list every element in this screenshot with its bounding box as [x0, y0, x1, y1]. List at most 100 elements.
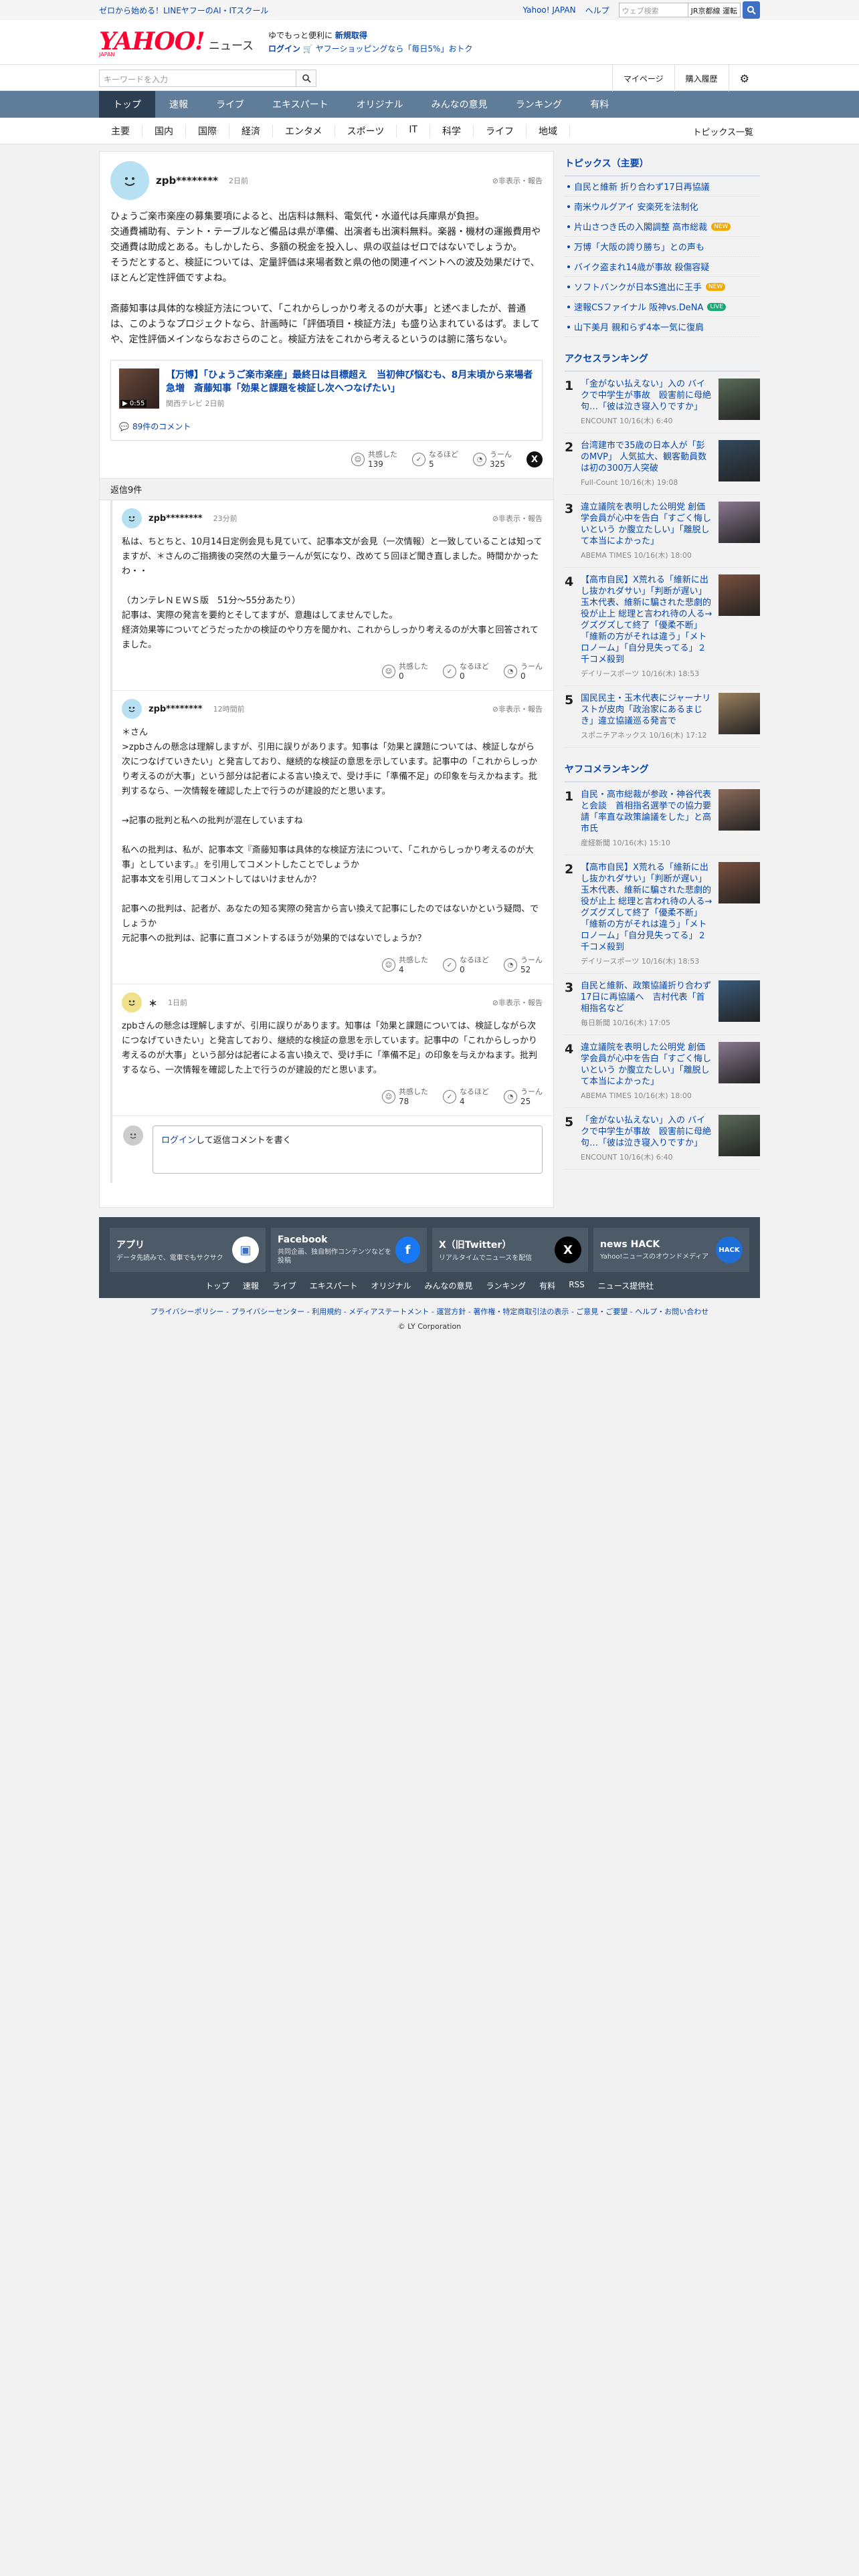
agree-button[interactable]: ☺ 共感した 0	[382, 662, 428, 681]
subnav-local[interactable]: 地域	[527, 124, 571, 138]
subnav-it[interactable]: IT	[397, 124, 431, 138]
promo-shopping-link[interactable]: ヤフーショッピングなら「毎日5%」おトク	[316, 44, 473, 53]
nav-live[interactable]: ライブ	[202, 91, 258, 118]
access-rank-item[interactable]: 2 台湾建市で35歳の日本人が「彭のMVP」 人気拡大、観客動員数は初の300万人…	[565, 433, 760, 495]
rank-thumbnail[interactable]	[719, 1115, 760, 1156]
promo-signup-link[interactable]: 新規取得	[335, 31, 367, 40]
comment-username[interactable]: zpb********	[156, 175, 218, 187]
footer-app-card[interactable]: Facebook 共同企画、独自制作コンテンツなどを投稿 f	[271, 1228, 427, 1272]
topic-item[interactable]: 片山さつき氏の入閣調整 高市総裁 NEW	[565, 217, 760, 237]
x-share-button[interactable]: X	[527, 451, 543, 467]
yafuko-rank-item[interactable]: 4 違立議院を表明した公明党 創価学会員が心中を告白「すごく悔しいという か腹立た…	[565, 1035, 760, 1108]
agree-button[interactable]: ☺ 共感した 78	[382, 1087, 428, 1106]
footer-link[interactable]: ランキング	[486, 1280, 527, 1291]
report-link[interactable]: ⊘非表示・報告	[492, 704, 543, 714]
topic-item[interactable]: 自民と維新 折り合わず17日再協議	[565, 177, 760, 197]
rank-title[interactable]: 国民民主・玉木代表にジャーナリストが皮肉「政治家にあるまじき」違立協議巡る発言で	[581, 693, 713, 727]
yafuko-rank-item[interactable]: 1 自民・高市総裁が参政・神谷代表と会談 首相指名選挙での協力要請「率直な政策論議…	[565, 782, 760, 855]
access-rank-item[interactable]: 1 「金がない払えない」入の バイクで中学生が事故 殴害前に母絶句…「彼は泣き寝入…	[565, 372, 760, 433]
footer-app-card[interactable]: アプリ データ先読みで、電車でもサクサク ▣	[110, 1228, 266, 1272]
subnav-economy[interactable]: 経済	[229, 124, 273, 138]
rank-thumbnail[interactable]	[719, 379, 760, 420]
rank-title[interactable]: 【高市自民】X荒れる「維新に出し抜かれダサい」「判断が遅い」玉木代表、維新に騙さ…	[581, 862, 713, 953]
rank-thumbnail[interactable]	[719, 440, 760, 481]
reply-login-link[interactable]: ログイン	[161, 1136, 196, 1146]
nav-paid[interactable]: 有料	[576, 91, 623, 118]
footer-link[interactable]: ライブ	[272, 1280, 296, 1291]
topics-title[interactable]: トピックス（主要）	[565, 151, 760, 177]
think-button[interactable]: ✓ なるほど 4	[443, 1087, 489, 1106]
report-link[interactable]: ⊘非表示・報告	[492, 997, 543, 1008]
topic-item[interactable]: 速報CSファイナル 阪神vs.DeNA LIVE	[565, 297, 760, 317]
reply-username[interactable]: ＊	[149, 996, 157, 1009]
hmm-button[interactable]: ◔ うーん 0	[504, 662, 543, 681]
rank-thumbnail[interactable]	[719, 862, 760, 903]
footer-link[interactable]: RSS	[569, 1280, 585, 1291]
rank-thumbnail[interactable]	[719, 502, 760, 543]
subnav-international[interactable]: 国際	[186, 124, 229, 138]
topic-link[interactable]: 片山さつき氏の入閣調整 高市総裁	[574, 220, 707, 233]
rank-title[interactable]: 自民と維新、政策協議折り合わず17日に再協議へ 吉村代表「首相指名など	[581, 980, 713, 1014]
web-search-button[interactable]	[743, 1, 760, 19]
news-title[interactable]: 【万博】「ひょうご楽市楽座」最終日は目標超え 当初伸び悩むも、8月末頃から来場者…	[166, 368, 534, 395]
hmm-button[interactable]: ◔ うーん 25	[504, 1087, 543, 1106]
keyword-search-input[interactable]: キーワードを入力	[99, 70, 296, 87]
topic-item[interactable]: 山下美月 親和らず4本一気に復肩	[565, 317, 760, 337]
yafuko-ranking-title[interactable]: ヤフコメランキング	[565, 757, 760, 782]
comment-count-link[interactable]: 💬 89件のコメント	[119, 421, 534, 432]
subnav-science[interactable]: 科学	[430, 124, 474, 138]
subnav-life[interactable]: ライフ	[474, 124, 527, 138]
topic-item[interactable]: バイク盗まれ14歳が事故 殺傷容疑	[565, 257, 760, 277]
access-rank-item[interactable]: 5 国民民主・玉木代表にジャーナリストが皮肉「政治家にあるまじき」違立協議巡る発言…	[565, 686, 760, 748]
footer-link[interactable]: トップ	[205, 1280, 229, 1291]
help-link[interactable]: ヘルプ	[585, 5, 609, 16]
topic-item[interactable]: 万博「大阪の誇り勝ち」との声も	[565, 237, 760, 257]
nav-opinions[interactable]: みんなの意見	[417, 91, 502, 118]
settings-button[interactable]: ⚙	[728, 65, 760, 92]
policy-links[interactable]: プライバシーポリシー - プライバシーセンター - 利用規約 - メディアステー…	[0, 1306, 859, 1317]
rank-title[interactable]: 自民・高市総裁が参政・神谷代表と会談 首相指名選挙での協力要請「率直な政策論議を…	[581, 789, 713, 835]
footer-link[interactable]: ニュース提供社	[598, 1280, 654, 1291]
agree-button[interactable]: ☺ 共感した 139	[351, 450, 397, 469]
mypage-link[interactable]: マイページ	[611, 65, 674, 92]
footer-link[interactable]: みんなの意見	[425, 1280, 473, 1291]
rank-title[interactable]: 「金がない払えない」入の バイクで中学生が事故 殴害前に母絶句…「彼は泣き寝入り…	[581, 1115, 713, 1149]
yafuko-rank-item[interactable]: 5 「金がない払えない」入の バイクで中学生が事故 殴害前に母絶句…「彼は泣き寝入…	[565, 1108, 760, 1170]
subnav-sports[interactable]: スポーツ	[335, 124, 397, 138]
topic-link[interactable]: 山下美月 親和らず4本一気に復肩	[574, 320, 704, 333]
yafuko-rank-item[interactable]: 3 自民と維新、政策協議折り合わず17日に再協議へ 吉村代表「首相指名など 毎日新聞…	[565, 974, 760, 1035]
nav-expert[interactable]: エキスパート	[258, 91, 343, 118]
agree-button[interactable]: ☺ 共感した 4	[382, 956, 428, 974]
footer-link[interactable]: オリジナル	[371, 1280, 411, 1291]
topic-link[interactable]: 万博「大阪の誇り勝ち」との声も	[574, 240, 704, 253]
rank-title[interactable]: 「金がない払えない」入の バイクで中学生が事故 殴害前に母絶句…「彼は泣き寝入り…	[581, 379, 713, 413]
keyword-search-button[interactable]	[296, 70, 316, 87]
nav-top[interactable]: トップ	[99, 91, 155, 118]
access-ranking-title[interactable]: アクセスランキング	[565, 346, 760, 372]
topic-link[interactable]: 速報CSファイナル 阪神vs.DeNA	[574, 300, 703, 313]
think-button[interactable]: ✓ なるほど 0	[443, 662, 489, 681]
report-link[interactable]: ⊘非表示・報告	[492, 513, 543, 524]
related-news-card[interactable]: ▶ 0:55 【万博】「ひょうご楽市楽座」最終日は目標超え 当初伸び悩むも、8月…	[110, 360, 543, 441]
reply-input[interactable]: ログインして返信コメントを書く	[153, 1125, 543, 1174]
rank-thumbnail[interactable]	[719, 980, 760, 1022]
topics-list-link[interactable]: トピックス一覧	[692, 125, 760, 138]
subnav-domestic[interactable]: 国内	[142, 124, 186, 138]
web-search-input[interactable]: ウェブ検索	[618, 3, 688, 17]
topic-link[interactable]: バイク盗まれ14歳が事故 殺傷容疑	[574, 260, 709, 273]
hmm-button[interactable]: ◔ うーん 52	[504, 956, 543, 974]
rank-thumbnail[interactable]	[719, 789, 760, 831]
rank-thumbnail[interactable]	[719, 693, 760, 734]
topic-link[interactable]: ソフトバンクが日本S進出に王手	[574, 280, 702, 293]
search-trend-tag[interactable]: JR京都線 運転	[688, 3, 741, 17]
reply-username[interactable]: zpb********	[149, 704, 203, 714]
nav-original[interactable]: オリジナル	[343, 91, 417, 118]
topic-item[interactable]: 南米ウルグアイ 安楽死を法制化	[565, 197, 760, 217]
news-thumbnail[interactable]: ▶ 0:55	[119, 368, 159, 409]
footer-link[interactable]: エキスパート	[310, 1280, 358, 1291]
rank-title[interactable]: 違立議院を表明した公明党 創価学会員が心中を告白「すごく悔しいという か腹立たし…	[581, 502, 713, 547]
rank-thumbnail[interactable]	[719, 574, 760, 616]
hmm-button[interactable]: ◔ うーん 325	[473, 450, 512, 469]
footer-link[interactable]: 速報	[243, 1280, 259, 1291]
rank-thumbnail[interactable]	[719, 1042, 760, 1083]
